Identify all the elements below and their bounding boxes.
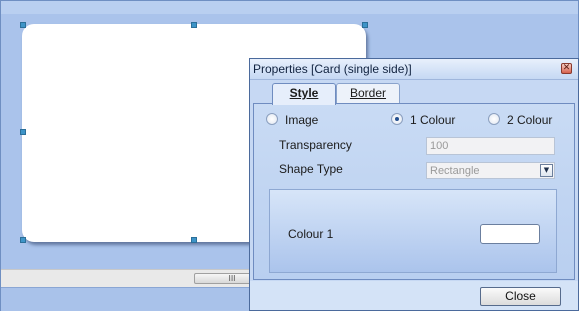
colour-1-swatch[interactable] bbox=[480, 224, 540, 244]
shape-type-value: Rectangle bbox=[430, 165, 480, 177]
dialog-title: Properties [Card (single side)] bbox=[253, 62, 412, 76]
radio-image-label: Image bbox=[285, 113, 319, 127]
resize-handle-bottom-left[interactable] bbox=[20, 237, 26, 243]
radio-1-colour-label: 1 Colour bbox=[410, 113, 456, 127]
radio-1-colour-button[interactable] bbox=[391, 113, 403, 125]
style-tab-panel: Image 1 Colour 2 Colour Transparency 100… bbox=[253, 103, 575, 280]
dialog-footer: Close bbox=[250, 281, 578, 310]
close-icon[interactable]: ✕ bbox=[561, 63, 572, 74]
transparency-label: Transparency bbox=[279, 138, 352, 152]
resize-handle-top-center[interactable] bbox=[191, 22, 197, 28]
shape-type-label: Shape Type bbox=[279, 162, 343, 176]
top-ruler-strip bbox=[1, 1, 578, 15]
radio-2-colour-label: 2 Colour bbox=[507, 113, 553, 127]
tab-style[interactable]: Style bbox=[272, 83, 336, 105]
resize-handle-top-right[interactable] bbox=[362, 22, 368, 28]
transparency-input[interactable]: 100 bbox=[426, 137, 555, 155]
chevron-down-icon[interactable]: ▼ bbox=[540, 164, 553, 177]
colour-group-box: Colour 1 bbox=[269, 189, 557, 273]
shape-type-select[interactable]: Rectangle ▼ bbox=[426, 162, 555, 179]
radio-image-button[interactable] bbox=[266, 113, 278, 125]
close-button[interactable]: Close bbox=[480, 287, 561, 306]
radio-2-colour-button[interactable] bbox=[488, 113, 500, 125]
radio-1-colour[interactable]: 1 Colour bbox=[391, 113, 455, 127]
radio-image[interactable]: Image bbox=[266, 113, 318, 127]
properties-dialog: Properties [Card (single side)] ✕ Style … bbox=[249, 58, 579, 311]
colour-1-label: Colour 1 bbox=[288, 227, 334, 241]
dialog-title-bar[interactable]: Properties [Card (single side)] ✕ bbox=[250, 59, 578, 80]
resize-handle-middle-left[interactable] bbox=[20, 129, 26, 135]
resize-handle-bottom-center[interactable] bbox=[191, 237, 197, 243]
radio-2-colour[interactable]: 2 Colour bbox=[488, 113, 552, 127]
tab-border[interactable]: Border bbox=[336, 83, 400, 103]
resize-handle-top-left[interactable] bbox=[20, 22, 26, 28]
